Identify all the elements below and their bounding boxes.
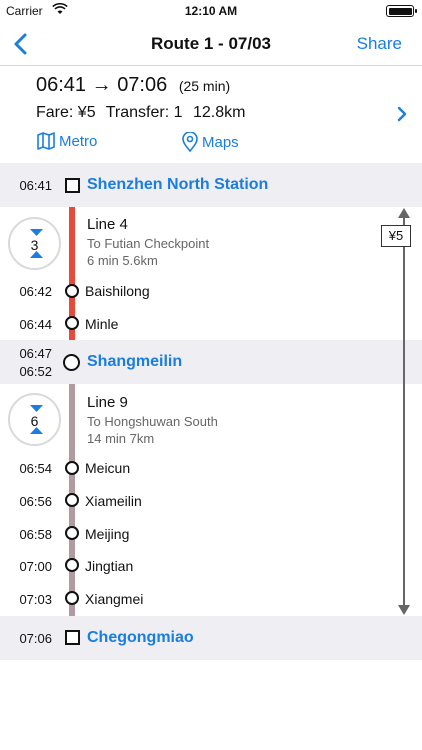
transfer-station-name: Shangmeilin bbox=[87, 353, 183, 370]
start-station-name: Shenzhen North Station bbox=[87, 176, 269, 193]
triangle-up-icon bbox=[30, 427, 43, 434]
end-station-name: Chegongmiao bbox=[87, 629, 194, 646]
battery-icon bbox=[386, 5, 417, 17]
line-direction: To Hongshuwan South bbox=[87, 414, 218, 429]
triangle-up-icon bbox=[30, 251, 43, 258]
fare-tag: ¥5 bbox=[381, 225, 411, 247]
arrow-up-icon bbox=[398, 208, 410, 218]
route-summary[interactable]: 06:41 → 07:06 (25 min) Fare: ¥5 Transfer… bbox=[0, 66, 422, 162]
stop-circle-icon bbox=[65, 284, 79, 298]
stop-circle-icon bbox=[65, 558, 79, 572]
route-times: 06:41 → 07:06 (25 min) bbox=[36, 74, 230, 97]
location-pin-icon bbox=[182, 132, 198, 152]
transfer-depart-time: 06:52 bbox=[19, 364, 52, 379]
line-name: Line 9 bbox=[87, 394, 128, 411]
distance-label: 12.8km bbox=[192, 104, 246, 121]
stop-name: Meijing bbox=[85, 526, 130, 542]
transfer-circle-icon bbox=[63, 354, 80, 371]
fare-span-line bbox=[403, 216, 405, 606]
arrow-glyph: → bbox=[91, 74, 112, 96]
triangle-down-icon bbox=[30, 405, 43, 412]
stop-circle-icon bbox=[65, 591, 79, 605]
stop-circle-icon bbox=[65, 316, 79, 330]
stop-name: Baishilong bbox=[85, 283, 150, 299]
duration-label: (25 min) bbox=[178, 78, 231, 94]
navigation-bar: Route 1 - 07/03 Share bbox=[0, 22, 422, 66]
station-square-icon bbox=[65, 630, 80, 645]
stop-time: 06:54 bbox=[19, 461, 52, 476]
stop-time: 07:00 bbox=[19, 559, 52, 574]
line-4-track bbox=[69, 193, 75, 363]
maps-link-label: Maps bbox=[202, 133, 239, 151]
stop-time: 07:03 bbox=[19, 592, 52, 607]
stop-name: Xiangmei bbox=[85, 591, 144, 607]
transfer-arrive-time: 06:47 bbox=[19, 346, 52, 361]
arrive-time: 07:06 bbox=[117, 74, 168, 96]
status-time: 12:10 AM bbox=[184, 4, 238, 18]
line-name: Line 4 bbox=[87, 216, 128, 233]
triangle-down-icon bbox=[30, 229, 43, 236]
transfer-label: Transfer: 1 bbox=[105, 104, 183, 121]
stop-time: 06:42 bbox=[19, 284, 52, 299]
stop-time: 06:58 bbox=[19, 527, 52, 542]
status-bar: Carrier 12:10 AM bbox=[0, 0, 422, 22]
share-button[interactable]: Share bbox=[357, 34, 402, 54]
stop-name: Minle bbox=[85, 316, 119, 332]
stop-circle-icon bbox=[65, 493, 79, 507]
metro-link-label: Metro bbox=[59, 132, 98, 150]
line-meta: 14 min 7km bbox=[87, 431, 155, 446]
arrow-down-icon bbox=[398, 605, 410, 615]
stop-time: 06:44 bbox=[19, 317, 52, 332]
map-icon bbox=[37, 132, 55, 150]
fare-row: Fare: ¥5 Transfer: 1 12.8km bbox=[36, 104, 251, 122]
transfer-station-row[interactable]: 06:47 06:52 Shangmeilin bbox=[0, 340, 422, 384]
stop-circle-icon bbox=[65, 461, 79, 475]
stop-count-toggle[interactable]: 3 bbox=[8, 217, 61, 270]
end-station-row[interactable]: 07:06 Chegongmiao bbox=[0, 616, 422, 660]
metro-link[interactable]: Metro bbox=[36, 132, 97, 150]
stop-name: Jingtian bbox=[85, 558, 134, 574]
stop-circle-icon bbox=[65, 526, 79, 540]
stop-time: 06:56 bbox=[19, 494, 52, 509]
leg-info: Line 4 To Futian Checkpoint 6 min 5.6km bbox=[87, 216, 209, 268]
leg-info: Line 9 To Hongshuwan South 14 min 7km bbox=[87, 394, 218, 446]
fare-label: Fare: ¥5 bbox=[36, 104, 96, 121]
stop-count-toggle[interactable]: 6 bbox=[8, 393, 61, 446]
maps-link[interactable]: Maps bbox=[181, 132, 239, 152]
start-time: 06:41 bbox=[19, 178, 52, 193]
stop-name: Xiameilin bbox=[85, 493, 142, 509]
line-meta: 6 min 5.6km bbox=[87, 253, 158, 268]
depart-time: 06:41 bbox=[36, 74, 87, 96]
station-square-icon bbox=[65, 178, 80, 193]
chevron-right-icon[interactable] bbox=[396, 106, 408, 122]
line-direction: To Futian Checkpoint bbox=[87, 236, 210, 251]
end-time: 07:06 bbox=[19, 631, 52, 646]
stop-name: Meicun bbox=[85, 460, 131, 476]
start-station-row[interactable]: 06:41 Shenzhen North Station bbox=[0, 163, 422, 207]
